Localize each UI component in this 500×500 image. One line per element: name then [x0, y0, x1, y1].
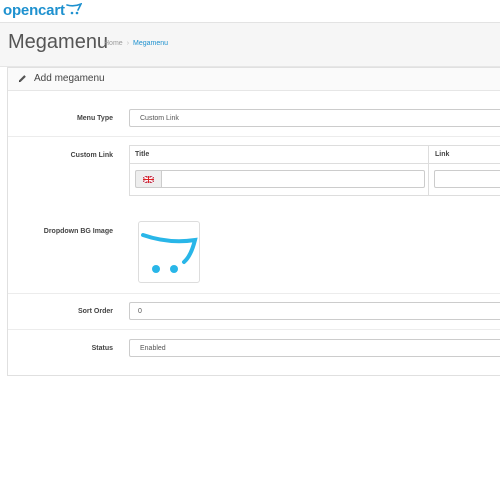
link-input[interactable] — [434, 170, 500, 188]
row-divider — [8, 329, 500, 330]
panel-title: Add megamenu — [18, 73, 105, 84]
breadcrumb-separator: › — [126, 40, 130, 47]
breadcrumb-home[interactable]: Home — [104, 40, 123, 47]
title-input[interactable] — [161, 170, 425, 188]
custom-link-table: Title Link — [129, 145, 500, 196]
page-header: Megamenu Home › Megamenu — [0, 23, 500, 67]
top-navbar: opencart — [0, 0, 500, 23]
logo-text: opencart — [3, 2, 65, 19]
table-header-divider — [130, 163, 500, 164]
row-divider — [8, 136, 500, 137]
status-label: Status — [91, 345, 113, 352]
row-divider — [8, 293, 500, 294]
panel-heading: Add megamenu — [8, 68, 500, 91]
dropdown-bg-image-thumbnail[interactable] — [138, 221, 200, 283]
menu-type-select[interactable]: Custom Link — [129, 109, 500, 127]
menu-type-label: Menu Type — [76, 115, 113, 122]
status-value: Enabled — [140, 344, 166, 352]
sort-order-input[interactable]: 0 — [129, 302, 500, 320]
sort-order-value: 0 — [138, 307, 142, 315]
sort-order-label: Sort Order — [77, 308, 113, 315]
page-title: Megamenu — [8, 31, 109, 53]
breadcrumb-megamenu[interactable]: Megamenu — [133, 40, 168, 47]
column-header-link: Link — [435, 151, 450, 158]
english-flag-icon — [143, 175, 154, 183]
table-column-divider — [428, 146, 429, 195]
status-select[interactable]: Enabled — [129, 339, 500, 357]
opencart-cart-image — [141, 233, 198, 273]
language-addon — [135, 170, 161, 188]
menu-type-value: Custom Link — [140, 114, 179, 122]
column-header-title: Title — [135, 151, 150, 158]
pencil-icon — [18, 75, 26, 83]
dropdown-bg-image-label: Dropdown BG Image — [43, 228, 113, 235]
custom-link-label: Custom Link — [70, 152, 113, 159]
add-megamenu-panel: Add megamenu Menu Type Custom Link Custo… — [7, 67, 500, 376]
breadcrumb: Home › Megamenu — [104, 40, 168, 47]
opencart-logo[interactable]: opencart — [3, 2, 82, 19]
cart-logo-icon — [65, 2, 82, 14]
panel-title-text: Add megamenu — [34, 73, 105, 84]
